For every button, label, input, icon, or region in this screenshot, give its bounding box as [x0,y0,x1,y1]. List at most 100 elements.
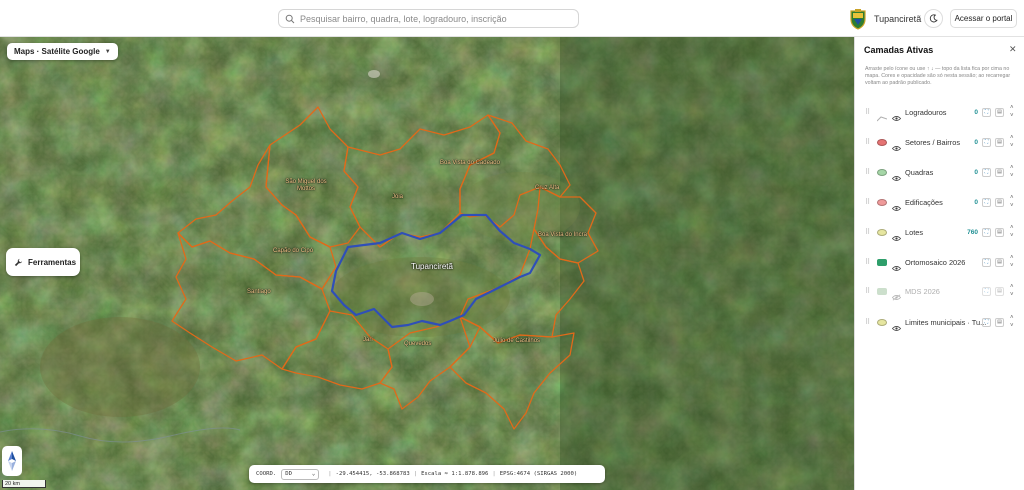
drag-handle-icon[interactable]: ⠿ [865,108,870,116]
drag-handle-icon[interactable]: ⠿ [865,318,870,326]
feature-count: 760 [967,228,978,236]
municipality-name: Tupanciretã [874,14,922,24]
layer-row[interactable]: ⠿ Logradouros 0 ⛶ ▤ ˄ ˅ [855,98,1024,126]
north-arrow-button[interactable] [2,446,22,476]
scale-value: Escala ≈ 1:1.878.896 [421,471,489,477]
layer-settings-icon[interactable]: ▤ [995,317,1004,327]
close-icon[interactable]: ✕ [1009,44,1017,55]
polygon-symbol-icon[interactable] [877,228,887,236]
line-symbol-icon[interactable] [876,109,888,121]
zoom-to-layer-icon[interactable]: ⛶ [982,167,991,177]
layer-settings-icon[interactable]: ▤ [995,107,1004,117]
move-up-icon[interactable]: ˄ [1010,135,1014,141]
eye-icon[interactable] [891,169,902,181]
eye-icon[interactable] [891,199,902,211]
drag-handle-icon[interactable]: ⠿ [865,258,870,266]
moon-icon [929,14,938,23]
zoom-to-layer-icon[interactable]: ⛶ [982,257,991,267]
layer-row[interactable]: ⠿ Quadras 0 ⛶ ▤ ˄ ˅ [855,158,1024,186]
zoom-to-layer-icon[interactable]: ⛶ [982,137,991,147]
move-up-icon[interactable]: ˄ [1010,315,1014,321]
zoom-to-layer-icon[interactable]: ⛶ [982,227,991,237]
eye-icon[interactable] [891,109,902,121]
layer-name: Limites municipais · Tu... [905,317,987,327]
portal-button[interactable]: Acessar o portal [950,9,1017,28]
move-up-icon[interactable]: ˄ [1010,165,1014,171]
layer-settings-icon[interactable]: ▤ [995,137,1004,147]
place-label: Júlio de Castilhos [493,338,541,344]
layer-settings-icon[interactable]: ▤ [995,257,1004,267]
eye-icon[interactable] [891,139,902,151]
move-up-icon[interactable]: ˄ [1010,255,1014,261]
raster-symbol-icon[interactable] [877,258,887,266]
feature-count: 0 [974,108,978,116]
move-up-icon[interactable]: ˄ [1010,105,1014,111]
layer-name: Logradouros [905,107,947,117]
move-down-icon[interactable]: ˅ [1010,113,1014,119]
zoom-to-layer-icon[interactable]: ⛶ [982,197,991,207]
move-down-icon[interactable]: ˅ [1010,233,1014,239]
layer-name: MDS 2026 [905,286,940,296]
eye-off-icon[interactable] [891,288,902,301]
place-label: Capão do Cipó [273,248,314,254]
basemap-selector[interactable]: Maps · Satélite Google ▼ [7,43,118,60]
reorder-controls: ˄ ˅ [1010,194,1014,210]
polygon-symbol-icon[interactable] [877,198,887,206]
layer-settings-icon[interactable]: ▤ [995,286,1004,296]
layer-settings-icon[interactable]: ▤ [995,197,1004,207]
coordinate-bar: COORD. DD ⌄ | -29.454415, -53.868783 | E… [249,465,605,483]
place-label: Boa Vista do Incra [538,232,587,238]
search-box[interactable] [278,9,579,28]
move-down-icon[interactable]: ˅ [1010,323,1014,329]
layer-row[interactable]: ⠿ Lotes 760 ⛶ ▤ ˄ ˅ [855,218,1024,246]
move-down-icon[interactable]: ˅ [1010,292,1014,298]
eye-icon[interactable] [891,259,902,271]
drag-handle-icon[interactable]: ⠿ [865,168,870,176]
drag-handle-icon[interactable]: ⠿ [865,138,870,146]
coord-format-select[interactable]: DD ⌄ [281,468,320,480]
move-down-icon[interactable]: ˅ [1010,143,1014,149]
drag-handle-icon[interactable]: ⠿ [865,287,870,295]
raster-symbol-icon[interactable] [877,287,887,295]
drag-handle-icon[interactable]: ⠿ [865,228,870,236]
eye-icon[interactable] [891,229,902,241]
move-down-icon[interactable]: ˅ [1010,173,1014,179]
move-down-icon[interactable]: ˅ [1010,203,1014,209]
move-up-icon[interactable]: ˄ [1010,195,1014,201]
divider: | [492,471,496,477]
reorder-controls: ˄ ˅ [1010,283,1014,299]
zoom-to-layer-icon[interactable]: ⛶ [982,286,991,296]
layer-row[interactable]: ⠿ Edificações 0 ⛶ ▤ ˄ ˅ [855,188,1024,216]
tools-button[interactable]: Ferramentas [6,248,80,276]
move-down-icon[interactable]: ˅ [1010,263,1014,269]
layer-row[interactable]: ⠿ Limites municipais · Tu... ⛶ ▤ ˄ ˅ [855,308,1024,336]
search-input[interactable] [300,13,570,24]
move-up-icon[interactable]: ˄ [1010,284,1014,290]
move-up-icon[interactable]: ˄ [1010,225,1014,231]
theme-toggle-button[interactable] [924,9,943,28]
layer-name: Edificações [905,197,943,207]
zoom-to-layer-icon[interactable]: ⛶ [982,107,991,117]
layer-row[interactable]: ⠿ Ortomosaico 2026 ⛶ ▤ ˄ ˅ [855,248,1024,276]
polygon-symbol-icon[interactable] [877,318,887,326]
reorder-controls: ˄ ˅ [1010,314,1014,330]
drag-handle-icon[interactable]: ⠿ [865,198,870,206]
top-bar: Tupanciretã Acessar o portal [0,0,1024,37]
layer-settings-icon[interactable]: ▤ [995,167,1004,177]
layer-row[interactable]: ⠿ MDS 2026 ⛶ ▤ ˄ ˅ [855,277,1024,305]
zoom-to-layer-icon[interactable]: ⛶ [982,317,991,327]
feature-count: 0 [974,198,978,206]
layer-settings-icon[interactable]: ▤ [995,227,1004,237]
map-view[interactable]: Maps · Satélite Google ▼ Ferramentas Tup… [0,37,854,490]
place-label: São Miguel dos Mottos [285,179,327,192]
eye-icon[interactable] [891,319,902,331]
scale-bar: 20 km [2,480,46,488]
crs-value: EPSG:4674 (SIRGAS 2000) [499,471,578,477]
layer-row[interactable]: ⠿ Setores / Bairros 0 ⛶ ▤ ˄ ˅ [855,128,1024,156]
caret-down-icon: ▼ [104,48,111,55]
polygon-symbol-icon[interactable] [877,168,887,176]
layers-panel: Camadas Ativas ✕ Arraste pelo ícone ou u… [854,37,1024,490]
polygon-symbol-icon[interactable] [877,138,887,146]
brand: Tupanciretã [848,8,921,30]
wrench-icon [14,258,23,266]
